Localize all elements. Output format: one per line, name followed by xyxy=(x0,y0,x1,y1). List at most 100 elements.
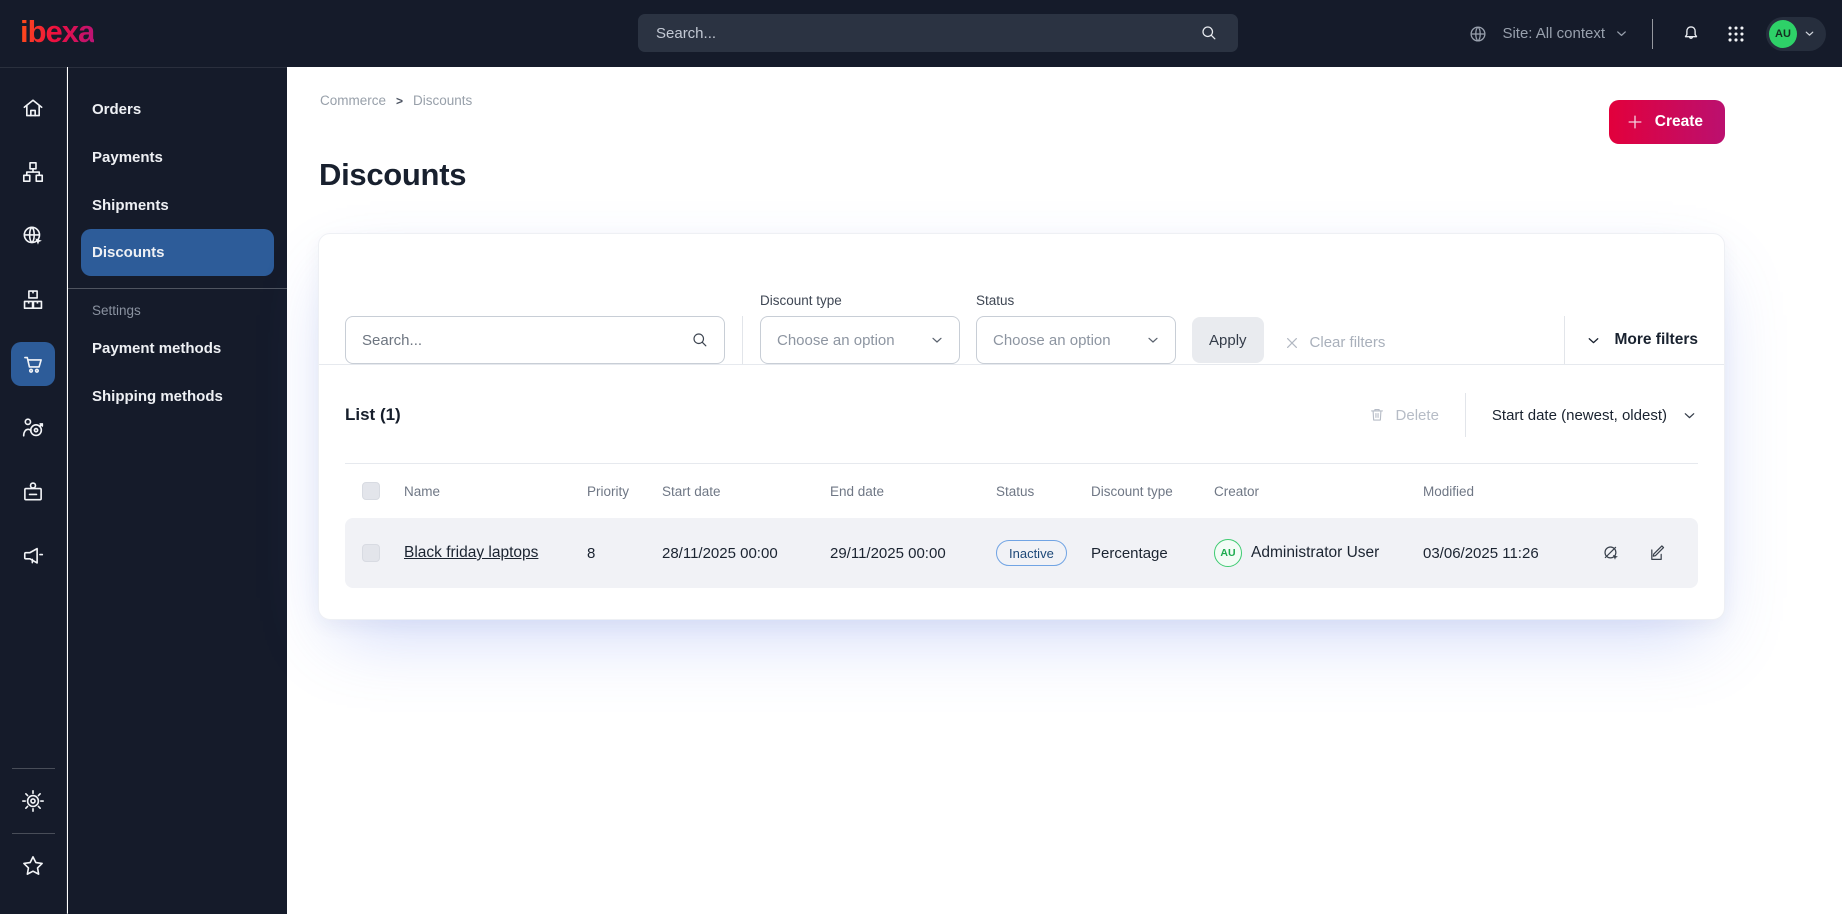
close-icon xyxy=(1286,337,1297,348)
rail-item-settings[interactable] xyxy=(11,779,55,823)
bookmarks-star-icon xyxy=(23,856,43,875)
filter-search-input[interactable] xyxy=(362,331,690,349)
status-label: Status xyxy=(976,293,1015,308)
row-checkbox[interactable] xyxy=(362,544,380,562)
row-end-date: 29/11/2025 00:00 xyxy=(830,544,946,562)
clear-filters-label: Clear filters xyxy=(1309,334,1386,351)
rail-divider xyxy=(11,768,55,769)
rail-footer xyxy=(0,768,66,914)
search-icon[interactable] xyxy=(1194,18,1224,48)
discounts-table: Name Priority Start date End date Status… xyxy=(345,463,1698,588)
chevron-down-icon xyxy=(932,337,942,343)
row-modified: 03/06/2025 11:26 xyxy=(1423,544,1539,562)
sidebar-item-shipping-methods[interactable]: Shipping methods xyxy=(68,372,287,420)
main-content: Commerce > Discounts Create Discounts Di… xyxy=(287,67,1842,914)
app-window: ibexa Site: All context A xyxy=(0,0,1842,914)
row-actions xyxy=(1554,543,1698,564)
global-search-input[interactable] xyxy=(656,24,1194,42)
more-filters-button[interactable]: More filters xyxy=(1585,331,1698,349)
discount-name-link[interactable]: Black friday laptops xyxy=(404,544,538,561)
search-icon xyxy=(693,333,707,347)
status-filter: Status Choose an option xyxy=(976,293,1176,364)
chevron-down-icon xyxy=(1684,412,1695,418)
sidebar-item-shipments[interactable]: Shipments xyxy=(68,181,287,229)
top-bar-right: Site: All context AU xyxy=(1463,0,1826,67)
select-all-checkbox[interactable] xyxy=(362,482,380,500)
chevron-down-icon xyxy=(1805,31,1814,36)
breadcrumb-commerce[interactable]: Commerce xyxy=(320,93,386,108)
site-context-switcher[interactable]: Site: All context xyxy=(1463,19,1629,49)
site-context-label: Site: All context xyxy=(1502,25,1605,42)
rail-item-customers[interactable] xyxy=(11,406,55,450)
discount-type-filter: Discount type Choose an option xyxy=(760,293,960,364)
sidebar-item-orders[interactable]: Orders xyxy=(68,85,287,133)
preview-disabled-icon[interactable] xyxy=(1601,543,1622,564)
rail-item-site[interactable] xyxy=(11,214,55,258)
sidebar-item-label: Discounts xyxy=(92,244,165,261)
list-actions-divider xyxy=(1464,393,1466,437)
discount-type-value: Choose an option xyxy=(777,331,895,349)
rail-item-corporate[interactable] xyxy=(11,470,55,514)
settings-section-label: Settings xyxy=(92,303,141,318)
status-value: Choose an option xyxy=(993,331,1111,349)
sidebar-item-payment-methods[interactable]: Payment methods xyxy=(68,324,287,372)
commerce-cart-icon xyxy=(24,356,42,373)
chevron-down-icon xyxy=(1617,31,1626,36)
creator-name: Administrator User xyxy=(1251,544,1380,561)
sort-dropdown-label: Start date (newest, oldest) xyxy=(1491,406,1667,424)
breadcrumb-discounts[interactable]: Discounts xyxy=(413,93,472,108)
sidebar-item-label: Payments xyxy=(92,148,163,166)
breadcrumb: Commerce > Discounts xyxy=(320,93,472,108)
discounts-card: Discount type Choose an option Status Ch… xyxy=(318,233,1725,620)
filter-divider xyxy=(742,316,743,364)
rail-item-commerce[interactable] xyxy=(11,342,55,386)
rail-item-campaigns[interactable] xyxy=(11,534,55,578)
breadcrumb-separator: > xyxy=(396,93,404,108)
status-select[interactable]: Choose an option xyxy=(976,316,1176,364)
list-header: List (1) Delete Start date (newest, olde… xyxy=(345,393,1698,437)
row-priority: 8 xyxy=(587,544,596,562)
sidebar-item-payments[interactable]: Payments xyxy=(68,133,287,181)
table-header: Name Priority Start date End date Status… xyxy=(345,463,1698,518)
sort-dropdown[interactable]: Start date (newest, oldest) xyxy=(1492,407,1698,424)
create-button[interactable]: Create xyxy=(1608,100,1725,144)
user-menu[interactable]: AU xyxy=(1766,16,1826,51)
delete-button[interactable]: Delete xyxy=(1368,406,1439,424)
clear-filters-button[interactable]: Clear filters xyxy=(1284,334,1386,351)
column-header-end-date: End date xyxy=(830,483,885,499)
chevron-down-icon xyxy=(1589,337,1599,343)
rail-item-products[interactable] xyxy=(11,278,55,322)
discount-type-label: Discount type xyxy=(760,293,842,308)
rail-item-content[interactable] xyxy=(11,150,55,194)
rail-item-bookmarks[interactable] xyxy=(11,844,55,888)
column-header-start-date: Start date xyxy=(662,483,721,499)
ibexa-logo[interactable]: ibexa xyxy=(20,14,95,50)
edit-icon[interactable] xyxy=(1647,543,1668,564)
sidebar-item-discounts[interactable]: Discounts xyxy=(81,229,274,276)
delete-button-label: Delete xyxy=(1395,406,1439,424)
corporate-badge-icon xyxy=(24,482,42,501)
notifications-bell-icon[interactable] xyxy=(1676,19,1706,49)
global-search[interactable] xyxy=(638,14,1238,52)
page-title: Discounts xyxy=(319,157,467,192)
filter-search[interactable] xyxy=(345,316,725,364)
content-tree-icon xyxy=(22,161,44,183)
settings-gear-icon xyxy=(22,790,44,812)
sidebar-item-label: Payment methods xyxy=(92,339,222,357)
row-creator: AU Administrator User xyxy=(1214,539,1423,567)
app-grid-icon[interactable] xyxy=(1721,19,1751,49)
status-badge: Inactive xyxy=(996,540,1067,566)
column-header-discount-type: Discount type xyxy=(1091,483,1173,499)
apply-button[interactable]: Apply xyxy=(1192,317,1264,363)
creator-avatar: AU xyxy=(1214,539,1242,567)
main-nav-rail xyxy=(0,67,67,914)
filter-bar: Discount type Choose an option Status Ch… xyxy=(319,234,1724,364)
column-header-status: Status xyxy=(996,483,1035,499)
filter-divider xyxy=(1564,316,1566,364)
list-section: List (1) Delete Start date (newest, olde… xyxy=(319,365,1724,588)
column-header-priority: Priority xyxy=(587,483,630,499)
avatar: AU xyxy=(1769,19,1797,48)
sidebar-item-label: Orders xyxy=(92,100,142,118)
discount-type-select[interactable]: Choose an option xyxy=(760,316,960,364)
rail-item-dashboard[interactable] xyxy=(11,86,55,130)
